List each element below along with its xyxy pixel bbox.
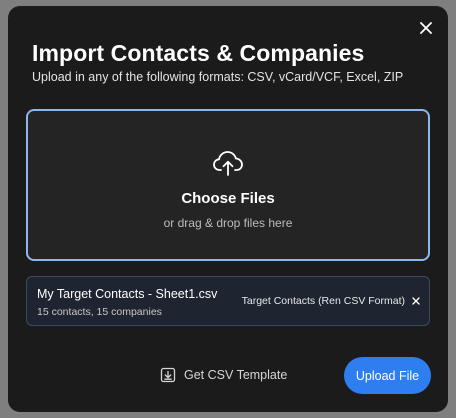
dropzone-title: Choose Files — [181, 190, 275, 207]
file-format-select[interactable]: Target Contacts (Ren CSV Format) — [242, 295, 405, 307]
file-dropzone[interactable]: Choose Files or drag & drop files here — [26, 109, 430, 261]
remove-icon — [412, 297, 420, 305]
template-label: Get CSV Template — [184, 368, 288, 382]
import-dialog: Import Contacts & Companies Upload in an… — [8, 6, 448, 412]
close-button[interactable] — [414, 16, 438, 40]
file-name: My Target Contacts - Sheet1.csv — [37, 287, 218, 301]
dialog-title: Import Contacts & Companies — [32, 40, 365, 66]
upload-file-button[interactable]: Upload File — [344, 357, 431, 394]
cloud-upload-icon — [213, 151, 243, 176]
close-icon — [420, 22, 432, 34]
remove-file-button[interactable] — [409, 294, 423, 308]
selected-file-item: My Target Contacts - Sheet1.csv 15 conta… — [26, 276, 430, 326]
download-icon — [160, 367, 176, 383]
dialog-subtitle: Upload in any of the following formats: … — [32, 70, 404, 84]
get-csv-template-button[interactable]: Get CSV Template — [160, 364, 287, 386]
dropzone-hint: or drag & drop files here — [163, 216, 293, 230]
file-meta: 15 contacts, 15 companies — [37, 306, 162, 318]
